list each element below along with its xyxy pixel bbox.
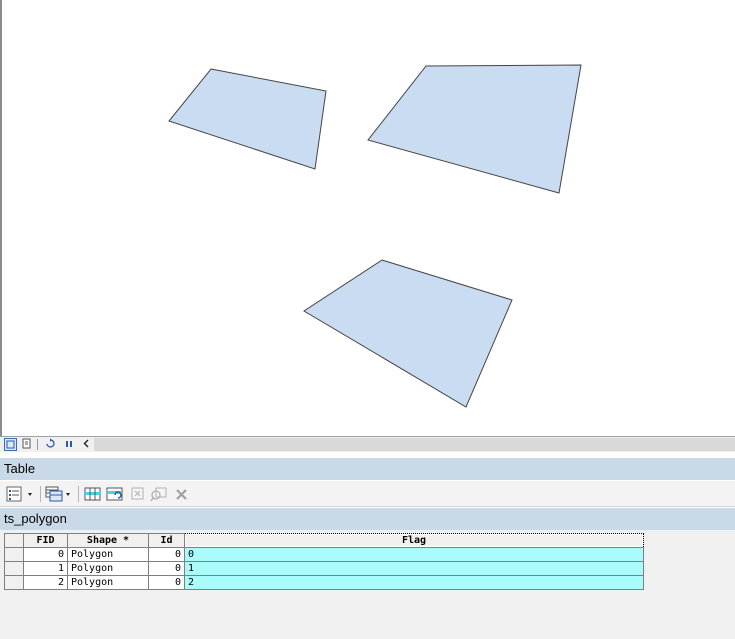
scroll-left-icon[interactable] (80, 438, 93, 451)
row-selector[interactable] (4, 561, 24, 576)
row-selector-header[interactable] (4, 533, 24, 548)
delete-selected-icon (176, 489, 187, 500)
zoom-to-selected-icon (150, 487, 167, 502)
zoom-to-selected-button[interactable] (150, 485, 168, 503)
clear-selection-button[interactable] (130, 485, 146, 503)
map-display[interactable] (0, 0, 735, 436)
view-switch-bar (0, 436, 735, 452)
cell-shape[interactable]: Polygon (67, 561, 149, 576)
cell-shape[interactable]: Polygon (67, 575, 149, 590)
map-canvas[interactable] (2, 0, 735, 436)
select-by-attributes-icon (84, 487, 101, 501)
column-header-id[interactable]: Id (148, 533, 185, 548)
polygon-feature-0[interactable] (168, 68, 327, 170)
pause-icon[interactable] (62, 438, 75, 451)
select-by-attributes-button[interactable] (84, 485, 102, 503)
layer-tab-ts-polygon[interactable]: ts_polygon (0, 508, 735, 530)
layout-view-icon[interactable] (4, 438, 17, 451)
delete-selected-button[interactable] (174, 485, 190, 503)
column-header-flag[interactable]: Flag (184, 533, 644, 548)
data-view-icon[interactable] (20, 438, 33, 451)
polygon-feature-2[interactable] (303, 259, 513, 408)
attribute-table: FID Shape * Id Flag 0 Polygon 0 0 1 Poly… (4, 533, 644, 590)
table-options-icon (6, 486, 32, 502)
attribute-grid-area: FID Shape * Id Flag 0 Polygon 0 0 1 Poly… (0, 530, 735, 639)
cell-flag[interactable]: 0 (184, 547, 644, 562)
table-row[interactable]: 0 Polygon 0 0 (4, 547, 644, 562)
related-tables-button[interactable] (45, 485, 75, 503)
table-options-button[interactable] (6, 485, 36, 503)
cell-shape[interactable]: Polygon (67, 547, 149, 562)
switch-selection-button[interactable] (106, 485, 124, 503)
horizontal-scrollbar[interactable] (94, 438, 735, 451)
cell-fid[interactable]: 0 (23, 547, 68, 562)
table-window-title: Table (0, 458, 735, 480)
switch-selection-icon (106, 487, 123, 501)
row-selector[interactable] (4, 547, 24, 562)
cell-id[interactable]: 0 (148, 575, 185, 590)
table-toolbar (0, 481, 735, 507)
column-header-shape[interactable]: Shape * (67, 533, 149, 548)
table-header-row: FID Shape * Id Flag (4, 533, 644, 548)
column-header-fid[interactable]: FID (23, 533, 68, 548)
cell-flag[interactable]: 1 (184, 561, 644, 576)
refresh-icon[interactable] (44, 438, 57, 451)
polygon-feature-1[interactable] (367, 64, 582, 194)
cell-id[interactable]: 0 (148, 561, 185, 576)
table-row[interactable]: 1 Polygon 0 1 (4, 561, 644, 576)
row-selector[interactable] (4, 575, 24, 590)
clear-selection-icon (131, 487, 144, 500)
table-row[interactable]: 2 Polygon 0 2 (4, 575, 644, 590)
cell-fid[interactable]: 2 (23, 575, 68, 590)
related-tables-icon (45, 486, 70, 502)
cell-id[interactable]: 0 (148, 547, 185, 562)
cell-fid[interactable]: 1 (23, 561, 68, 576)
cell-flag[interactable]: 2 (184, 575, 644, 590)
